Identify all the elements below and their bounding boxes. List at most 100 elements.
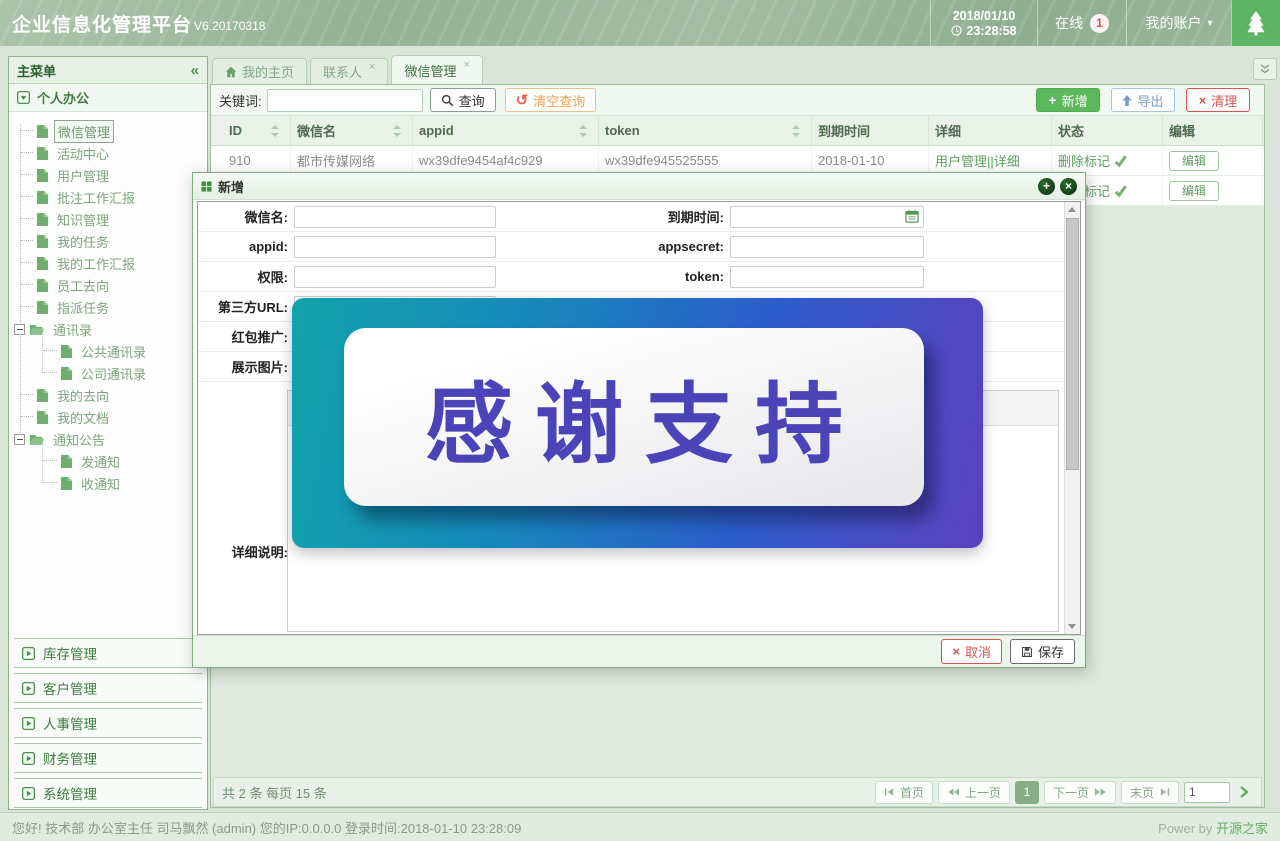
search-button[interactable]: 查询: [430, 88, 496, 112]
edit-button[interactable]: 编辑: [1169, 151, 1219, 171]
sidebar-section-1[interactable]: 库存管理: [14, 638, 202, 668]
add-button[interactable]: + 新增: [1036, 88, 1100, 112]
form-input[interactable]: [294, 236, 496, 258]
tree-item-label: 发通知: [78, 451, 123, 472]
export-button[interactable]: 导出: [1111, 88, 1175, 112]
tab-overflow-button[interactable]: [1253, 58, 1277, 80]
scroll-down-arrow-icon[interactable]: [1068, 624, 1076, 629]
file-icon: [36, 212, 49, 227]
tree-item[interactable]: 微信管理: [9, 120, 207, 142]
save-button[interactable]: 保存: [1010, 639, 1075, 664]
sort-icon[interactable]: [792, 125, 801, 137]
tree-item-label: 我的工作汇报: [54, 253, 138, 274]
tree-item[interactable]: 员工去向: [9, 274, 207, 296]
file-icon: [36, 146, 49, 161]
tree-item[interactable]: 发通知: [9, 450, 207, 472]
tree-item[interactable]: 用户管理: [9, 164, 207, 186]
column-header-3[interactable]: appid: [413, 116, 599, 145]
form-input[interactable]: [294, 206, 496, 228]
accordion-personal-office[interactable]: 个人办公: [9, 84, 207, 112]
form-input[interactable]: [730, 206, 924, 228]
prev-page-button[interactable]: 上一页: [938, 781, 1010, 804]
column-header-8[interactable]: 编辑: [1163, 116, 1263, 145]
cell-detail: 用户管理||详细: [929, 146, 1052, 175]
go-to-page-button[interactable]: [1235, 786, 1253, 798]
form-input[interactable]: [730, 266, 924, 288]
scrollbar-thumb[interactable]: [1066, 218, 1079, 470]
section-label: 客户管理: [43, 678, 97, 698]
column-header-5[interactable]: 到期时间: [812, 116, 929, 145]
scroll-up-arrow-icon[interactable]: [1068, 207, 1076, 212]
tree-item[interactable]: 我的任务: [9, 230, 207, 252]
next-page-button[interactable]: 下一页: [1044, 781, 1116, 804]
tree-item[interactable]: 知识管理: [9, 208, 207, 230]
add-button-label: 新增: [1062, 91, 1088, 110]
tree-item[interactable]: 通知公告: [9, 428, 207, 450]
chevron-down-icon: ▾: [1207, 18, 1212, 29]
file-icon: [60, 366, 73, 381]
column-header-4[interactable]: token: [599, 116, 812, 145]
export-button-label: 导出: [1137, 91, 1163, 110]
form-input-wrap: [730, 236, 924, 258]
collapse-box-icon[interactable]: [14, 434, 25, 445]
tree-item-label: 员工去向: [54, 275, 112, 296]
form-scrollbar[interactable]: [1064, 202, 1080, 634]
sidebar-section-5[interactable]: 系统管理: [14, 778, 202, 808]
first-page-button[interactable]: 首页: [875, 781, 933, 804]
sidebar-collapse-icon[interactable]: «: [191, 62, 199, 79]
app-brand: 企业信息化管理平台 V6.20170318: [12, 0, 265, 46]
sidebar-section-4[interactable]: 财务管理: [14, 743, 202, 773]
tree-item[interactable]: 通讯录: [9, 318, 207, 340]
page-number-input[interactable]: [1184, 782, 1230, 803]
current-page-button[interactable]: 1: [1015, 781, 1039, 804]
tree-item[interactable]: 我的工作汇报: [9, 252, 207, 274]
delete-mark-link[interactable]: 删除标记: [1058, 151, 1110, 170]
sort-icon[interactable]: [393, 125, 402, 137]
tree-item[interactable]: 收通知: [9, 472, 207, 494]
cancel-button[interactable]: × 取消: [941, 639, 1002, 664]
column-label: 到期时间: [818, 121, 870, 140]
collapse-box-icon[interactable]: [14, 324, 25, 335]
next-page-icon: [1094, 787, 1107, 797]
tree-item[interactable]: 我的文档: [9, 406, 207, 428]
tab-close-icon[interactable]: ×: [463, 59, 469, 71]
tab-label: 我的主页: [242, 62, 294, 81]
column-header-1[interactable]: ID: [223, 116, 291, 145]
sidebar-section-2[interactable]: 客户管理: [14, 673, 202, 703]
tree-item[interactable]: 活动中心: [9, 142, 207, 164]
column-header-7[interactable]: 状态: [1052, 116, 1163, 145]
tree-item[interactable]: 公司通讯录: [9, 362, 207, 384]
close-icon[interactable]: ×: [1060, 178, 1077, 195]
tree-item[interactable]: 批注工作汇报: [9, 186, 207, 208]
form-input[interactable]: [730, 236, 924, 258]
tree-item[interactable]: 我的去向: [9, 384, 207, 406]
sort-icon[interactable]: [579, 125, 588, 137]
account-menu-button[interactable]: 我的账户 ▾: [1126, 0, 1231, 46]
clean-button[interactable]: × 清理: [1186, 88, 1250, 112]
cancel-button-label: 取消: [965, 642, 991, 661]
calendar-icon[interactable]: [905, 209, 919, 223]
online-users-button[interactable]: 在线 1: [1037, 0, 1126, 46]
edit-button[interactable]: 编辑: [1169, 181, 1219, 201]
keyword-input[interactable]: [267, 89, 423, 112]
maximize-icon[interactable]: +: [1038, 178, 1055, 195]
tree-item-label: 微信管理: [54, 120, 114, 143]
cell-appid: wx39dfe9454af4c929: [413, 146, 599, 175]
column-header-6[interactable]: 详细: [929, 116, 1052, 145]
sort-icon[interactable]: [271, 125, 280, 137]
footer-power-link[interactable]: 开源之家: [1216, 821, 1268, 836]
detail-links[interactable]: 用户管理||详细: [935, 151, 1020, 170]
column-header-2[interactable]: 微信名: [291, 116, 413, 145]
tab-1[interactable]: 我的主页: [212, 58, 307, 84]
theme-tree-button[interactable]: [1231, 0, 1280, 46]
tree-item[interactable]: 公共通讯录: [9, 340, 207, 362]
last-page-button[interactable]: 末页: [1121, 781, 1179, 804]
tab-2[interactable]: 联系人×: [310, 58, 388, 84]
tab-close-icon[interactable]: ×: [369, 61, 375, 73]
header-right: 2018/01/10 23:28:58 在线 1 我的账户 ▾: [930, 0, 1280, 46]
tree-item[interactable]: 指派任务: [9, 296, 207, 318]
clear-search-button[interactable]: ↺ 清空查询: [505, 88, 597, 112]
form-input[interactable]: [294, 266, 496, 288]
sidebar-section-3[interactable]: 人事管理: [14, 708, 202, 738]
tab-3[interactable]: 微信管理×: [391, 55, 482, 84]
